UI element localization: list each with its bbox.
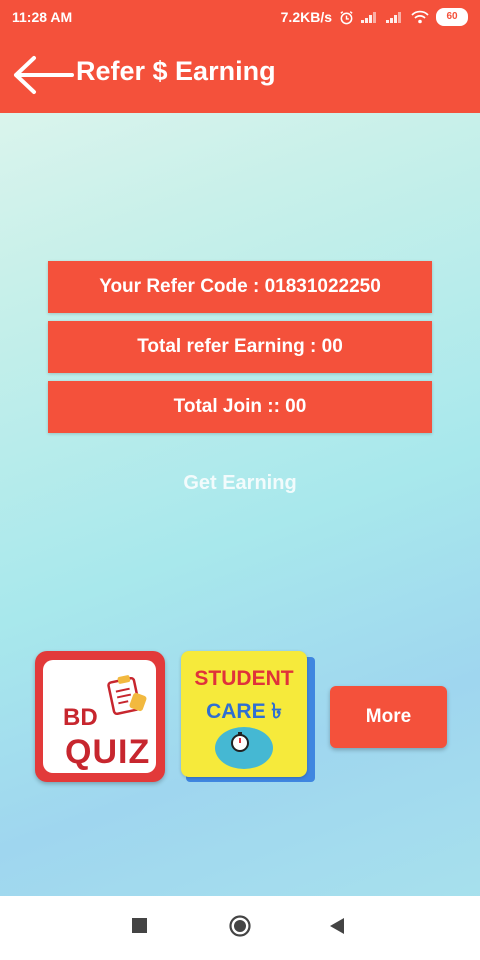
quiz-logo-bd: BD [63, 704, 98, 731]
student-care-app-icon[interactable]: STUDENT CARE ৳ [181, 651, 315, 784]
circle-icon[interactable] [229, 915, 251, 937]
system-nav-bar [0, 896, 480, 960]
signal-icon [361, 11, 379, 23]
square-icon[interactable] [132, 918, 147, 933]
bd-quiz-app-icon[interactable]: BD QUIZ [35, 651, 165, 782]
refer-code-text: Your Refer Code : 01831022250 [99, 276, 381, 297]
alarm-icon [340, 10, 353, 24]
bd-quiz-logo: BD QUIZ [43, 660, 156, 773]
wifi-icon [411, 10, 429, 24]
get-earning-button[interactable]: Get Earning [0, 472, 480, 495]
status-time: 11:28 AM [12, 9, 73, 25]
triangle-back-icon[interactable] [328, 917, 346, 935]
page-title: Refer $ Earning [76, 56, 276, 86]
student-logo-line1: STUDENT [194, 667, 294, 690]
quiz-logo-quiz: QUIZ [65, 733, 151, 771]
total-join-text: Total Join :: 00 [173, 396, 307, 417]
network-speed: 7.2KB/s [280, 9, 332, 25]
student-logo-line2: CARE ৳ [206, 700, 282, 723]
status-right: 7.2KB/s 60 [281, 8, 468, 26]
signal-icon-2 [386, 11, 404, 23]
clipboard-icon [107, 675, 147, 716]
refer-code-banner: Your Refer Code : 01831022250 [48, 261, 432, 313]
total-join-banner: Total Join :: 00 [48, 381, 432, 433]
total-earning-banner: Total refer Earning : 00 [48, 321, 432, 373]
student-care-logo: STUDENT CARE ৳ [181, 651, 307, 777]
total-earning-text: Total refer Earning : 00 [137, 336, 343, 357]
status-bar: 11:28 AM 7.2KB/s 60 [0, 0, 480, 34]
app-header: 11:28 AM 7.2KB/s 60 Refer $ Earning [0, 0, 480, 113]
more-button[interactable]: More [330, 686, 447, 748]
stopwatch-icon [231, 732, 249, 752]
arrow-left-icon[interactable] [12, 54, 74, 96]
battery-icon: 60 [436, 8, 468, 26]
